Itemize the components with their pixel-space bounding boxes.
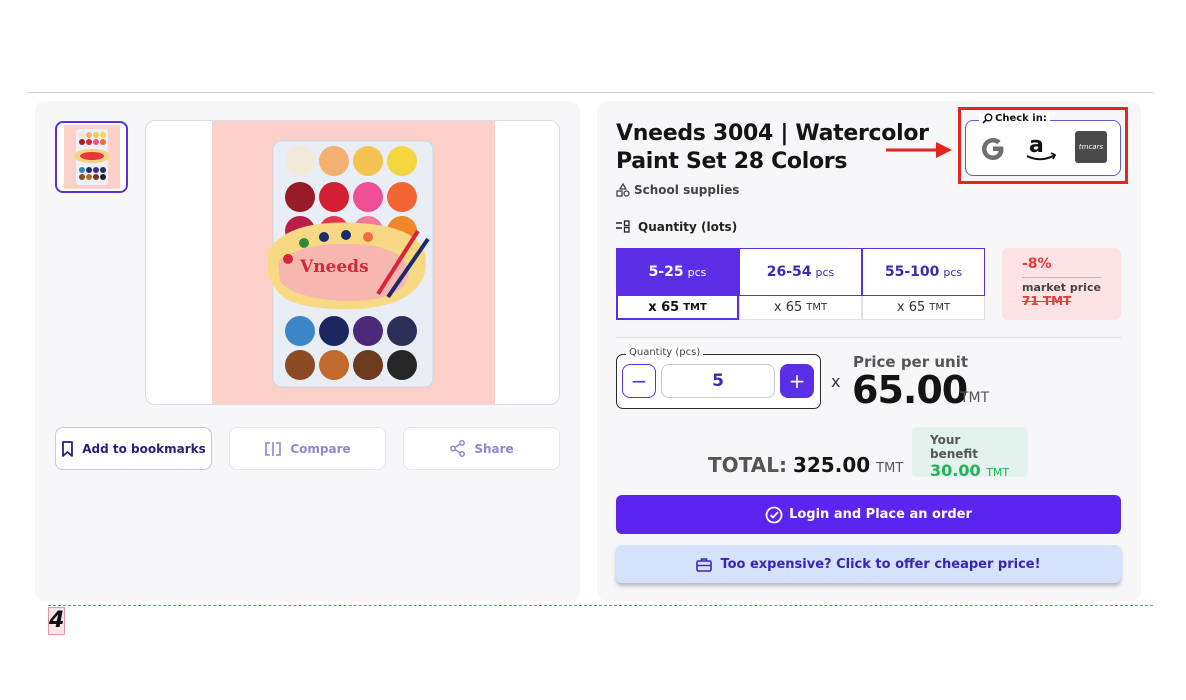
offer-cheaper-price-button[interactable]: Too expensive? Click to offer cheaper pr…	[616, 545, 1121, 583]
lot-price: x 65 TMT	[739, 296, 862, 320]
benefit-label: Your benefit	[930, 433, 979, 461]
briefcase-icon	[696, 557, 713, 572]
total-label: TOTAL:	[708, 453, 787, 477]
quantity-input[interactable]	[661, 364, 775, 398]
lot-options: 5-25 pcs x 65 TMT 26-54 pcs x 65 TMT 55-100 p…	[616, 248, 985, 320]
lot-range-unit: pcs	[815, 265, 835, 279]
watercolor-set-image: Vneeds	[268, 140, 434, 388]
lot-range: 55-100 pcs	[862, 248, 985, 296]
benefit-currency: TMT	[986, 466, 1010, 479]
category-label: School supplies	[634, 183, 740, 197]
lot-price: x 65 TMT	[616, 296, 739, 320]
lot-range: 5-25 pcs	[616, 248, 739, 296]
section-divider	[616, 337, 1121, 338]
benefit-value: 30.00	[930, 461, 981, 480]
market-price-value: 71 TMT	[1022, 294, 1072, 308]
lot-option-5-25[interactable]: 5-25 pcs x 65 TMT	[616, 248, 739, 320]
discount-badge: -8% market price 71 TMT	[1002, 248, 1121, 320]
lot-option-55-100[interactable]: 55-100 pcs x 65 TMT	[862, 248, 985, 320]
tmcars-text: tmcars	[1078, 143, 1104, 151]
lot-range-unit: pcs	[943, 265, 963, 279]
lot-range-value: 26-54	[766, 264, 812, 280]
market-price-label: market price	[1022, 281, 1101, 294]
search-icon	[982, 113, 993, 124]
red-arrow-icon	[886, 142, 952, 158]
lot-price: x 65 TMT	[862, 296, 985, 320]
quantity-lots-heading: Quantity (lots)	[616, 220, 737, 234]
lot-price-value: x 65	[648, 299, 680, 315]
benefit-badge: Your benefit 30.00 TMT	[912, 427, 1028, 480]
tmcars-icon[interactable]: tmcars	[1075, 131, 1107, 163]
decrease-button[interactable]: −	[622, 364, 656, 398]
order-button-label: Login and Place an order	[789, 507, 972, 522]
thumbnail-1[interactable]	[55, 121, 128, 193]
total-value: 325.00	[792, 453, 871, 477]
lot-price-value: x 65	[896, 300, 926, 315]
discount-divider	[1022, 277, 1101, 278]
lot-price-value: x 65	[773, 300, 803, 315]
lot-price-currency: TMT	[683, 301, 707, 313]
check-in-label: Check in:	[979, 113, 1050, 124]
brand-text: Vneeds	[299, 257, 369, 277]
amazon-icon[interactable]: a	[1024, 132, 1058, 164]
annotation-number: 4	[48, 607, 65, 635]
check-in-text: Check in:	[995, 113, 1047, 124]
list-icon	[616, 220, 630, 233]
multiply-sign: x	[831, 372, 841, 391]
check-circle-icon	[765, 506, 783, 523]
google-icon[interactable]	[978, 134, 1008, 164]
increase-button[interactable]: +	[780, 364, 814, 398]
share-icon	[450, 440, 466, 457]
lot-range-unit: pcs	[687, 265, 707, 279]
share-label: Share	[474, 441, 514, 456]
shapes-icon	[616, 183, 630, 197]
lot-option-26-54[interactable]: 26-54 pcs x 65 TMT	[739, 248, 862, 320]
product-image[interactable]: Vneeds	[145, 120, 560, 405]
top-divider	[27, 92, 1154, 93]
product-thumbnail-icon	[63, 125, 120, 189]
total-currency: TMT	[876, 461, 904, 476]
quantity-lots-label: Quantity (lots)	[638, 220, 738, 234]
lot-range: 26-54 pcs	[739, 248, 862, 296]
compare-icon	[265, 441, 282, 456]
lot-price-currency: TMT	[806, 302, 828, 313]
lot-range-value: 5-25	[648, 264, 684, 280]
quantity-label: Quantity (pcs)	[626, 347, 704, 358]
bookmark-label: Add to bookmarks	[82, 441, 206, 456]
lot-price-currency: TMT	[929, 302, 951, 313]
compare-label: Compare	[290, 441, 351, 456]
share-button[interactable]: Share	[403, 427, 560, 470]
total-price: TOTAL: 325.00 TMT	[708, 453, 903, 477]
lot-range-value: 55-100	[884, 264, 940, 280]
price-per-unit-value: 65.00	[852, 368, 968, 412]
price-currency: TMT	[960, 390, 990, 406]
compare-button[interactable]: Compare	[229, 427, 386, 470]
benefit-amount: 30.00 TMT	[930, 461, 1010, 480]
svg-text:a: a	[1029, 133, 1044, 158]
add-to-bookmarks-button[interactable]: Add to bookmarks	[55, 427, 212, 470]
cheaper-button-label: Too expensive? Click to offer cheaper pr…	[720, 556, 1041, 572]
bookmark-icon	[62, 440, 74, 457]
product-category[interactable]: School supplies	[616, 183, 739, 197]
check-in-box: a tmcars	[965, 120, 1121, 176]
discount-percent: -8%	[1022, 256, 1052, 272]
dashed-divider	[48, 605, 1153, 606]
login-place-order-button[interactable]: Login and Place an order	[616, 495, 1121, 534]
